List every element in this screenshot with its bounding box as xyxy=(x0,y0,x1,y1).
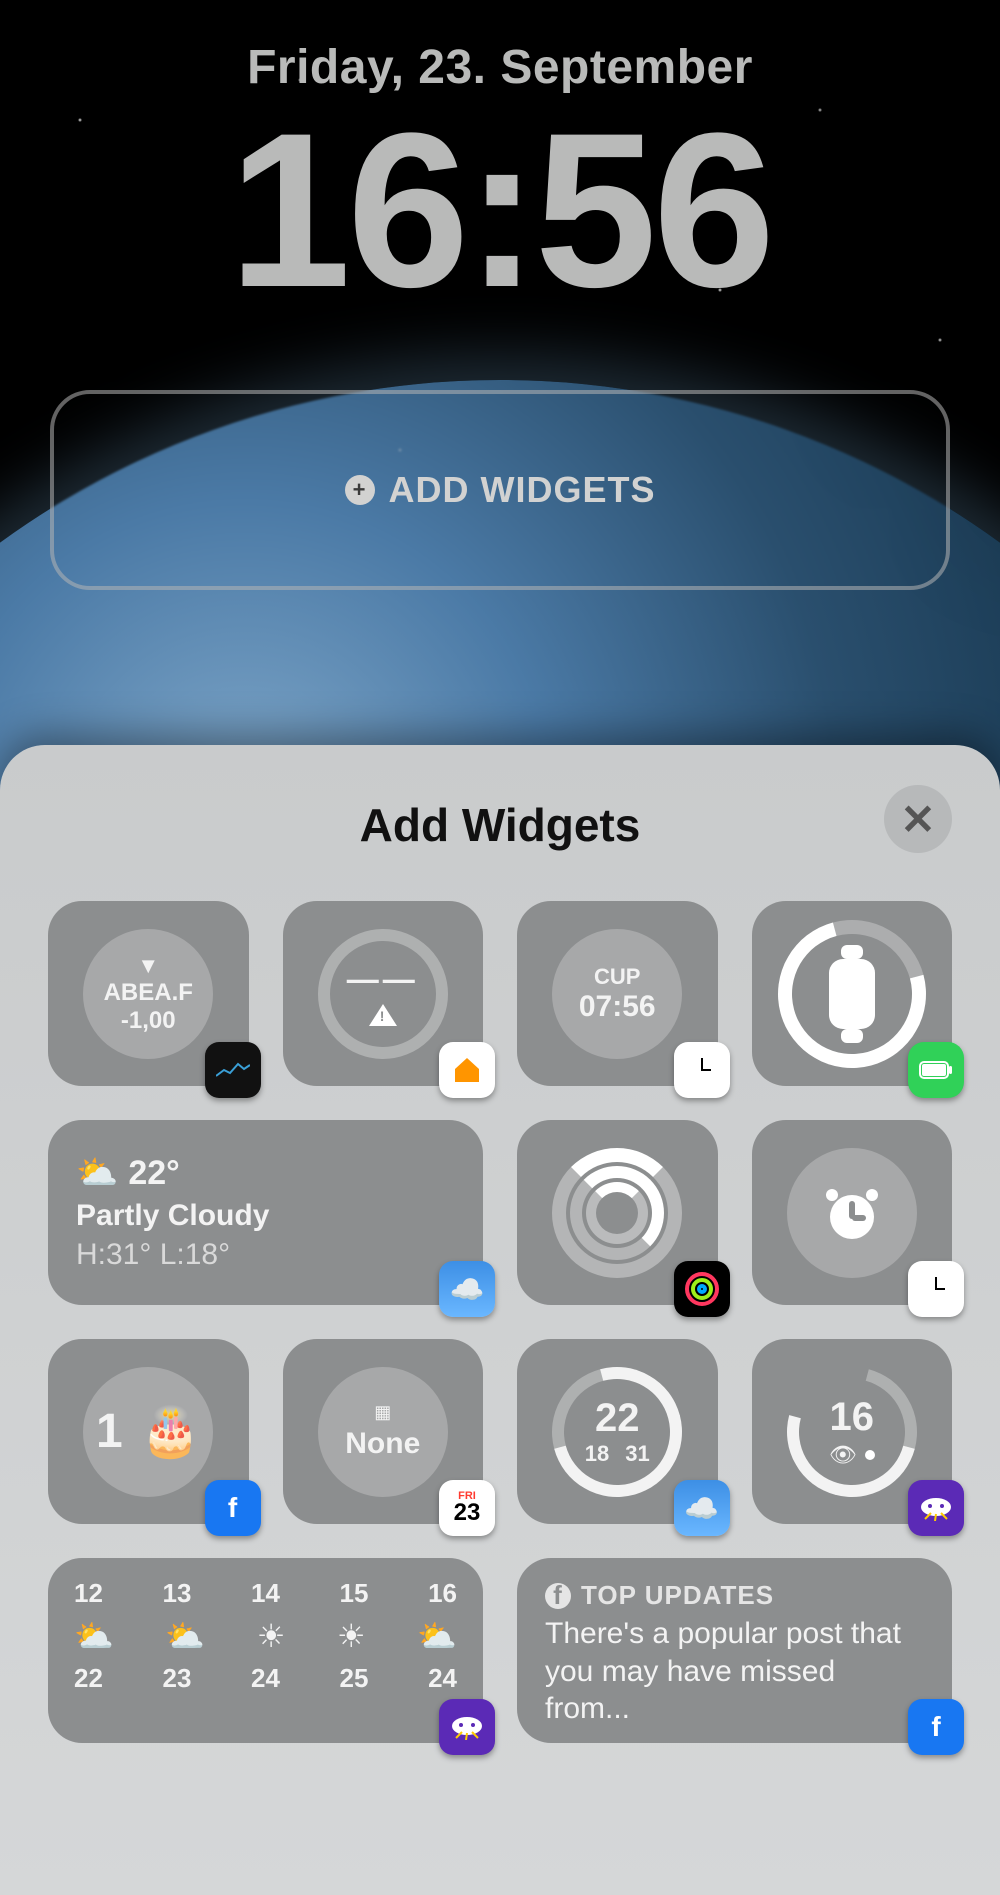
home-gauge: —— xyxy=(318,929,448,1059)
carrot-weather-app-icon xyxy=(439,1699,495,1755)
world-clock-disc: CUP 07:56 xyxy=(552,929,682,1059)
facebook-icon: f xyxy=(545,1583,571,1609)
clock-app-icon xyxy=(674,1042,730,1098)
world-clock-time: 07:56 xyxy=(579,990,656,1024)
partly-cloudy-icon: ⛅ xyxy=(76,1151,118,1195)
close-button[interactable]: ✕ xyxy=(884,785,952,853)
cake-icon: 🎂 xyxy=(141,1403,201,1460)
weather-condition: Partly Cloudy xyxy=(76,1196,269,1235)
stocks-change: -1,00 xyxy=(104,1007,193,1035)
widget-home-climate[interactable]: —— xyxy=(283,901,484,1086)
add-widgets-slot[interactable]: + ADD WIDGETS xyxy=(50,390,950,590)
stocks-symbol: ABEA.F xyxy=(104,979,193,1007)
weather-icon: ⛅ xyxy=(74,1617,114,1655)
fb-update-text: There's a popular post that you may have… xyxy=(545,1615,924,1728)
home-app-icon xyxy=(439,1042,495,1098)
widget-facebook-updates[interactable]: f TOP UPDATES There's a popular post tha… xyxy=(517,1558,952,1743)
reminders-label: None xyxy=(345,1427,420,1461)
add-widgets-label: ADD WIDGETS xyxy=(389,469,656,511)
facebook-app-icon: f xyxy=(908,1699,964,1755)
weather-icon: ☀ xyxy=(337,1617,366,1655)
weather-icon: ⛅ xyxy=(417,1617,457,1655)
widget-watch-battery[interactable] xyxy=(752,901,953,1086)
battery-app-icon xyxy=(908,1042,964,1098)
widget-reminders[interactable]: ▦ None FRI 23 xyxy=(283,1339,484,1524)
forecast-temps: 22 23 24 25 24 xyxy=(74,1663,457,1694)
widget-activity[interactable] xyxy=(517,1120,718,1305)
warning-icon xyxy=(369,1004,397,1026)
world-clock-city: CUP xyxy=(579,964,656,990)
weather-temp: 22° xyxy=(128,1151,179,1195)
widget-alarm[interactable] xyxy=(752,1120,953,1305)
weather-hi-lo: H:31° L:18° xyxy=(76,1235,269,1274)
stocks-app-icon xyxy=(205,1042,261,1098)
home-gauge-value: —— xyxy=(347,961,419,998)
forecast-hours: 12 13 14 15 16 xyxy=(74,1578,457,1609)
widget-facebook-birthday[interactable]: 1 🎂 f xyxy=(48,1339,249,1524)
weather-icon: ⛅ xyxy=(165,1617,205,1655)
alarm-icon xyxy=(787,1148,917,1278)
add-widgets-sheet: Add Widgets ✕ ▼ ABEA.F -1,00 —— xyxy=(0,745,1000,1895)
fitness-app-icon xyxy=(674,1261,730,1317)
fb-heading: TOP UPDATES xyxy=(581,1580,774,1611)
sheet-header: Add Widgets ✕ xyxy=(48,785,952,865)
forecast-icons-row: ⛅ ⛅ ☀ ☀ ⛅ xyxy=(74,1617,457,1655)
lock-time: 16:56 xyxy=(0,100,1000,320)
close-icon: ✕ xyxy=(900,795,935,844)
facebook-app-icon: f xyxy=(205,1480,261,1536)
birthday-count: 1 xyxy=(96,1404,123,1459)
sheet-title: Add Widgets xyxy=(360,798,641,852)
down-triangle-icon: ▼ xyxy=(104,953,193,979)
widget-world-clock[interactable]: CUP 07:56 xyxy=(517,901,718,1086)
watch-icon xyxy=(829,959,875,1029)
widget-grid: ▼ ABEA.F -1,00 —— xyxy=(48,901,952,1743)
weather-app-icon: ☁️ xyxy=(674,1480,730,1536)
visibility-gauge: 16 👁 xyxy=(787,1367,917,1497)
weather-app-icon: ☁️ xyxy=(439,1261,495,1317)
activity-rings-icon xyxy=(552,1148,682,1278)
widget-weather-wide[interactable]: ⛅ 22° Partly Cloudy H:31° L:18° ☁️ xyxy=(48,1120,483,1305)
weather-icon: ☀ xyxy=(257,1617,286,1655)
temp-gauge: 22 18 31 xyxy=(552,1367,682,1497)
clock-app-icon xyxy=(908,1261,964,1317)
carrot-weather-app-icon xyxy=(908,1480,964,1536)
cal-badge-day: 23 xyxy=(454,1502,481,1524)
widget-weather-gauge[interactable]: 22 18 31 ☁️ xyxy=(517,1339,718,1524)
stocks-disc: ▼ ABEA.F -1,00 xyxy=(83,929,213,1059)
plus-icon: + xyxy=(345,475,375,505)
calendar-grid-icon: ▦ xyxy=(345,1402,420,1423)
widget-hourly-forecast[interactable]: 12 13 14 15 16 ⛅ ⛅ ☀ ☀ ⛅ 22 23 24 25 24 xyxy=(48,1558,483,1743)
widget-stocks[interactable]: ▼ ABEA.F -1,00 xyxy=(48,901,249,1086)
lock-screen-clock: Friday, 23. September 16:56 xyxy=(0,0,1000,320)
calendar-app-icon: FRI 23 xyxy=(439,1480,495,1536)
widget-visibility-gauge[interactable]: 16 👁 xyxy=(752,1339,953,1524)
